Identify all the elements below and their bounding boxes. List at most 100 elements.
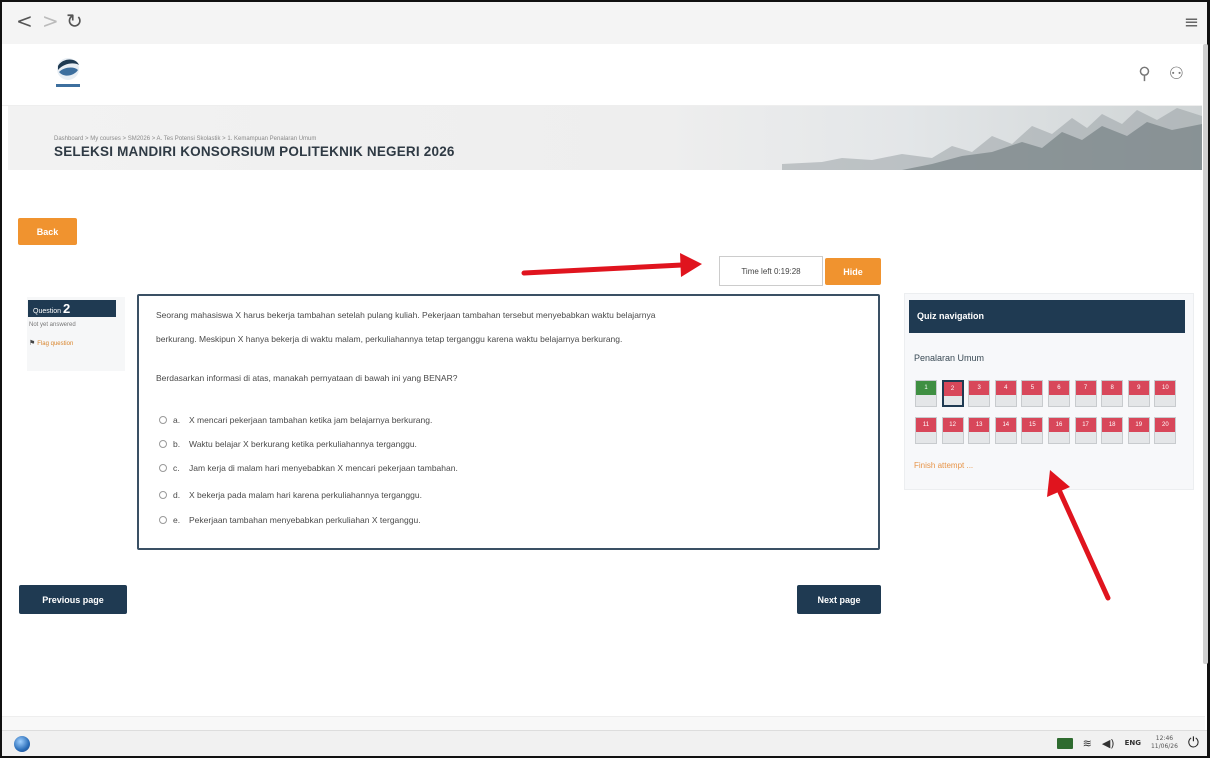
answer-option-b[interactable]: b. Waktu belajar X berkurang ketika perk… <box>159 439 417 449</box>
question-nav-number: 1 <box>916 381 936 395</box>
os-taskbar: ≋ ◀) ENG 12:46 11/06/26 ⏻ <box>2 730 1207 756</box>
question-nav-number: 13 <box>969 418 990 432</box>
question-text-line-1: Seorang mahasiswa X harus bekerja tambah… <box>156 310 656 320</box>
system-clock[interactable]: 12:46 11/06/26 <box>1151 735 1178 751</box>
question-box: Seorang mahasiswa X harus bekerja tambah… <box>137 294 880 550</box>
option-text: Pekerjaan tambahan menyebabkan perkuliah… <box>189 515 421 525</box>
question-prompt: Berdasarkan informasi di atas, manakah p… <box>156 373 458 383</box>
question-nav-button[interactable]: 12 <box>941 417 964 444</box>
question-nav-button[interactable]: 3 <box>968 380 991 407</box>
question-nav-number: 16 <box>1048 418 1069 432</box>
question-nav-button[interactable]: 10 <box>1154 380 1177 407</box>
question-nav-button[interactable]: 6 <box>1047 380 1070 407</box>
quiz-navigation-panel: Quiz navigation Penalaran Umum 123456789… <box>904 293 1194 490</box>
question-nav-number: 12 <box>942 418 963 432</box>
question-nav-number: 6 <box>1048 381 1069 395</box>
page-footer-strip <box>2 716 1205 730</box>
hide-timer-button[interactable]: Hide <box>825 258 881 285</box>
flag-question-link[interactable]: ⚑ Flag question <box>29 339 73 347</box>
question-nav-button[interactable]: 2 <box>941 380 964 407</box>
option-text: Jam kerja di malam hari menyebabkan X me… <box>189 463 458 473</box>
question-nav-number: 2 <box>943 382 962 396</box>
question-nav-number: 19 <box>1128 418 1149 432</box>
question-nav-number: 4 <box>995 381 1016 395</box>
option-letter: e. <box>173 515 181 525</box>
question-nav-number: 18 <box>1102 418 1123 432</box>
question-nav-button[interactable]: 11 <box>915 417 937 444</box>
start-menu-icon[interactable] <box>14 736 30 752</box>
browser-menu-icon[interactable]: ≡ <box>1184 12 1199 33</box>
language-indicator[interactable]: ENG <box>1125 739 1141 747</box>
question-nav-button[interactable]: 8 <box>1101 380 1124 407</box>
question-grid-row-2: 11 12 13 14 15 16 17 18 19 20 <box>915 417 1177 444</box>
breadcrumb[interactable]: Dashboard > My courses > SM2026 > A. Tes… <box>54 136 316 142</box>
back-button[interactable]: Back <box>18 218 77 245</box>
question-nav-button[interactable]: 7 <box>1074 380 1097 407</box>
question-number-badge: Question 2 <box>28 300 116 317</box>
radio-button[interactable] <box>159 516 167 524</box>
wifi-icon[interactable]: ≋ <box>1083 737 1092 750</box>
timer-display: Time left 0:19:28 <box>719 256 823 286</box>
question-nav-number: 14 <box>995 418 1016 432</box>
clock-date: 11/06/26 <box>1150 743 1178 750</box>
answer-option-c[interactable]: c. Jam kerja di malam hari menyebabkan X… <box>159 463 458 473</box>
question-nav-button[interactable]: 19 <box>1127 417 1150 444</box>
option-letter: c. <box>173 463 180 473</box>
answer-option-d[interactable]: d. X bekerja pada malam hari karena perk… <box>159 490 422 500</box>
question-nav-button[interactable]: 13 <box>968 417 991 444</box>
folder-icon[interactable] <box>1056 737 1073 749</box>
quiz-navigation-title: Quiz navigation <box>909 300 1185 333</box>
option-text: X mencari pekerjaan tambahan ketika jam … <box>189 415 433 425</box>
finish-attempt-link[interactable]: Finish attempt ... <box>914 461 973 470</box>
question-nav-number: 15 <box>1022 418 1043 432</box>
page-title: SELEKSI MANDIRI KONSORSIUM POLITEKNIK NE… <box>54 144 455 159</box>
question-text-line-2: berkurang. Meskipun X hanya bekerja di w… <box>156 334 623 344</box>
next-page-button[interactable]: Next page <box>797 585 881 614</box>
question-nav-button[interactable]: 4 <box>994 380 1017 407</box>
power-icon[interactable]: ⏻ <box>1188 735 1199 751</box>
search-icon[interactable]: ⚲ <box>1138 64 1150 84</box>
user-icon[interactable]: ⚇ <box>1169 64 1184 84</box>
flag-icon: ⚑ <box>29 340 36 347</box>
radio-button[interactable] <box>159 416 167 424</box>
option-letter: d. <box>173 490 181 500</box>
site-logo[interactable] <box>52 54 84 92</box>
flag-question-label: Flag question <box>37 341 74 347</box>
forward-arrow-icon[interactable]: > <box>42 10 59 32</box>
question-nav-button[interactable]: 9 <box>1127 380 1150 407</box>
answer-option-a[interactable]: a. X mencari pekerjaan tambahan ketika j… <box>159 415 432 425</box>
question-nav-number: 10 <box>1155 381 1176 395</box>
question-nav-button[interactable]: 20 <box>1154 417 1177 444</box>
question-label: Question <box>33 308 62 315</box>
clock-time: 12:46 <box>1155 735 1174 742</box>
reload-icon[interactable]: ↻ <box>66 10 83 32</box>
scrollbar[interactable] <box>1203 44 1208 664</box>
previous-page-button[interactable]: Previous page <box>19 585 127 614</box>
question-status: Not yet answered <box>29 322 76 328</box>
option-text: X bekerja pada malam hari karena perkuli… <box>189 490 422 500</box>
question-nav-number: 11 <box>916 418 936 432</box>
question-nav-button[interactable]: 18 <box>1101 417 1124 444</box>
question-nav-button[interactable]: 14 <box>994 417 1017 444</box>
quiz-section-label: Penalaran Umum <box>914 353 985 363</box>
question-nav-button[interactable]: 16 <box>1047 417 1070 444</box>
option-letter: b. <box>173 439 181 449</box>
radio-button[interactable] <box>159 440 167 448</box>
question-nav-button[interactable]: 1 <box>915 380 937 407</box>
back-arrow-icon[interactable]: < <box>16 10 33 32</box>
question-nav-button[interactable]: 17 <box>1074 417 1097 444</box>
question-nav-button[interactable]: 5 <box>1021 380 1044 407</box>
volume-icon[interactable]: ◀) <box>1102 737 1115 750</box>
browser-toolbar: < > ↻ ≡ <box>2 2 1207 44</box>
radio-button[interactable] <box>159 491 167 499</box>
option-letter: a. <box>173 415 181 425</box>
question-nav-button[interactable]: 15 <box>1021 417 1044 444</box>
radio-button[interactable] <box>159 464 167 472</box>
question-nav-number: 9 <box>1128 381 1149 395</box>
question-grid-row-1: 1 2 3 4 5 6 7 8 9 10 <box>915 380 1177 407</box>
question-nav-number: 8 <box>1102 381 1123 395</box>
question-nav-number: 17 <box>1075 418 1096 432</box>
answer-option-e[interactable]: e. Pekerjaan tambahan menyebabkan perkul… <box>159 515 421 525</box>
question-nav-number: 7 <box>1075 381 1096 395</box>
question-number: 2 <box>62 301 71 316</box>
